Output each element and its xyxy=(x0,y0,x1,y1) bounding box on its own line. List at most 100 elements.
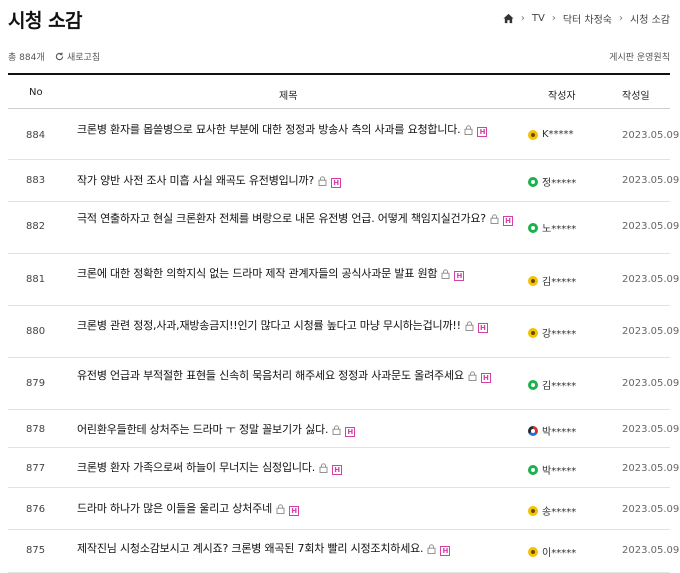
table-row[interactable]: 883 작가 양반 사전 조사 미흡 사실 왜곡도 유전병입니까? H 정***** 2… xyxy=(8,160,679,202)
post-author[interactable]: 김***** xyxy=(528,273,576,288)
post-subject[interactable]: 제작진님 시청소감보시고 계시죠? 크론병 왜곡된 7회차 빨리 시정조치하세요… xyxy=(77,540,525,559)
column-header-author: 작성자 xyxy=(548,91,576,102)
lock-icon xyxy=(441,267,450,284)
breadcrumb-separator-icon: › xyxy=(520,13,525,24)
post-author[interactable]: 노***** xyxy=(528,220,576,235)
member-grade-icon xyxy=(528,505,538,516)
post-number: 883 xyxy=(26,175,46,186)
hot-icon: H xyxy=(454,271,465,281)
post-date: 2023.05.09 xyxy=(622,463,680,474)
hot-icon: H xyxy=(477,127,488,137)
post-author[interactable]: 정***** xyxy=(528,174,576,189)
table-row[interactable]: 884 크론병 환자를 몹쓸병으로 묘사한 부분에 대한 정정과 방송사 측의 사… xyxy=(8,110,679,160)
hot-icon: H xyxy=(480,373,491,383)
author-name: 노***** xyxy=(542,224,577,235)
post-subject[interactable]: 극적 연출하자고 현실 크론환자 전체를 벼랑으로 내몬 유전병 언급. 어떻게… xyxy=(77,210,525,229)
member-grade-icon xyxy=(528,275,538,286)
table-row[interactable]: 875 제작진님 시청소감보시고 계시죠? 크론병 왜곡된 7회차 빨리 시정조치… xyxy=(8,530,679,573)
post-author[interactable]: 박***** xyxy=(528,423,576,438)
lock-icon xyxy=(468,369,477,386)
post-number: 880 xyxy=(26,326,46,337)
post-number: 884 xyxy=(26,130,46,141)
post-date: 2023.05.09 xyxy=(622,326,680,337)
post-number: 877 xyxy=(26,463,46,474)
post-subject[interactable]: 크론병 관련 정정,사과,재방송금지!!인기 많다고 시청률 높다고 마냥 무시… xyxy=(77,317,525,336)
post-number: 876 xyxy=(26,504,46,515)
table-row[interactable]: 879 유전병 언급과 부적절한 표현들 신속히 묵음처리 해주세요 정정과 사과… xyxy=(8,358,679,410)
hot-icon: H xyxy=(289,506,300,516)
post-title-link[interactable]: 작가 양반 사전 조사 미흡 사실 왜곡도 유전병입니까? xyxy=(77,174,314,187)
table-row[interactable]: 876 드라마 하나가 많은 이들을 울리고 상처주네 H 송***** 2023.05… xyxy=(8,488,679,530)
refresh-button[interactable]: 새로고침 xyxy=(55,50,100,63)
post-subject[interactable]: 크론병 환자를 몹쓸병으로 묘사한 부분에 대한 정정과 방송사 측의 사과를 … xyxy=(77,121,525,140)
post-subject[interactable]: 크론에 대한 정확한 의학지식 없는 드라마 제작 관계자들의 공식사과문 발표… xyxy=(77,265,525,284)
table-row[interactable]: 877 크론병 환자 가족으로써 하늘이 무너지는 심정입니다. H 박***** 20… xyxy=(8,448,679,488)
table-header: No 제목 작성자 작성일 xyxy=(8,73,670,109)
column-header-date: 작성일 xyxy=(622,91,650,102)
post-date: 2023.05.09 xyxy=(622,221,680,232)
post-date: 2023.05.09 xyxy=(622,504,680,515)
post-title-link[interactable]: 극적 연출하자고 현실 크론환자 전체를 벼랑으로 내몬 유전병 언급. 어떻게… xyxy=(77,212,486,225)
post-author[interactable]: K***** xyxy=(528,129,574,140)
post-number: 881 xyxy=(26,274,46,285)
hot-icon: H xyxy=(502,216,513,226)
breadcrumb-item-tv[interactable]: TV xyxy=(532,13,545,24)
post-title-link[interactable]: 크론병 환자 가족으로써 하늘이 무너지는 심정입니다. xyxy=(77,461,315,474)
home-icon[interactable] xyxy=(503,13,514,24)
post-author[interactable]: 박***** xyxy=(528,462,576,477)
post-number: 875 xyxy=(26,545,46,556)
post-subject[interactable]: 크론병 환자 가족으로써 하늘이 무너지는 심정입니다. H xyxy=(77,459,525,478)
member-grade-icon xyxy=(528,327,538,338)
board-toolbar: 총 884개 새로고침 게시판 운영원칙 xyxy=(8,50,670,64)
author-name: 정***** xyxy=(542,178,577,189)
post-date: 2023.05.09 xyxy=(622,274,680,285)
post-title-link[interactable]: 제작진님 시청소감보시고 계시죠? 크론병 왜곡된 7회차 빨리 시정조치하세요… xyxy=(77,542,424,555)
table-row[interactable]: 880 크론병 관련 정정,사과,재방송금지!!인기 많다고 시청률 높다고 마냥… xyxy=(8,306,679,358)
post-date: 2023.05.09 xyxy=(622,545,680,556)
lock-icon xyxy=(276,502,285,519)
breadcrumb-separator-icon: › xyxy=(619,13,624,24)
lock-icon xyxy=(319,461,328,478)
post-title-link[interactable]: 어린환우들한테 상처주는 드라마 ㅜ 정말 꼴보기가 싫다. xyxy=(77,423,328,436)
post-author[interactable]: 강***** xyxy=(528,325,576,340)
breadcrumb-item-program[interactable]: 닥터 차정숙 xyxy=(563,11,612,26)
post-title-link[interactable]: 크론병 관련 정정,사과,재방송금지!!인기 많다고 시청률 높다고 마냥 무시… xyxy=(77,319,461,332)
breadcrumb: › TV › 닥터 차정숙 › 시청 소감 xyxy=(503,11,670,26)
post-number: 878 xyxy=(26,424,46,435)
author-name: 김***** xyxy=(542,277,577,288)
hot-icon: H xyxy=(332,465,343,475)
table-row[interactable]: 878 어린환우들한테 상처주는 드라마 ㅜ 정말 꼴보기가 싫다. H 박*****… xyxy=(8,410,679,448)
post-date: 2023.05.09 xyxy=(622,378,680,389)
table-row[interactable]: 881 크론에 대한 정확한 의학지식 없는 드라마 제작 관계자들의 공식사과문… xyxy=(8,254,679,306)
breadcrumb-separator-icon: › xyxy=(551,13,556,24)
lock-icon xyxy=(318,174,327,191)
post-subject[interactable]: 드라마 하나가 많은 이들을 울리고 상처주네 H xyxy=(77,500,525,519)
post-subject[interactable]: 유전병 언급과 부적절한 표현들 신속히 묵음처리 해주세요 정정과 사과문도 … xyxy=(77,367,525,386)
post-count: 총 884개 xyxy=(8,53,45,63)
member-grade-icon xyxy=(528,379,538,390)
post-subject[interactable]: 작가 양반 사전 조사 미흡 사실 왜곡도 유전병입니까? H xyxy=(77,172,525,191)
post-title-link[interactable]: 유전병 언급과 부적절한 표현들 신속히 묵음처리 해주세요 정정과 사과문도 … xyxy=(77,369,464,382)
author-name: 김***** xyxy=(542,381,577,392)
member-grade-icon xyxy=(528,546,538,557)
column-header-subject: 제목 xyxy=(279,91,298,102)
post-author[interactable]: 이***** xyxy=(528,544,576,559)
hot-icon: H xyxy=(345,427,356,437)
post-date: 2023.05.09 xyxy=(622,175,680,186)
lock-icon xyxy=(427,542,436,559)
post-subject[interactable]: 어린환우들한테 상처주는 드라마 ㅜ 정말 꼴보기가 싫다. H xyxy=(77,421,525,440)
post-title-link[interactable]: 드라마 하나가 많은 이들을 울리고 상처주네 xyxy=(77,502,272,515)
author-name: 송***** xyxy=(542,507,577,518)
member-grade-icon xyxy=(528,176,538,187)
post-author[interactable]: 김***** xyxy=(528,377,576,392)
board-rules-link[interactable]: 게시판 운영원칙 xyxy=(609,50,670,63)
refresh-icon xyxy=(55,52,64,61)
member-grade-icon xyxy=(528,222,538,233)
author-name: 이***** xyxy=(542,548,577,559)
author-name: K***** xyxy=(542,129,574,140)
table-row[interactable]: 882 극적 연출하자고 현실 크론환자 전체를 벼랑으로 내몬 유전병 언급. … xyxy=(8,202,679,254)
post-author[interactable]: 송***** xyxy=(528,503,576,518)
post-title-link[interactable]: 크론병 환자를 몹쓸병으로 묘사한 부분에 대한 정정과 방송사 측의 사과를 … xyxy=(77,123,461,136)
post-date: 2023.05.09 xyxy=(622,130,680,141)
post-title-link[interactable]: 크론에 대한 정확한 의학지식 없는 드라마 제작 관계자들의 공식사과문 발표… xyxy=(77,267,438,280)
